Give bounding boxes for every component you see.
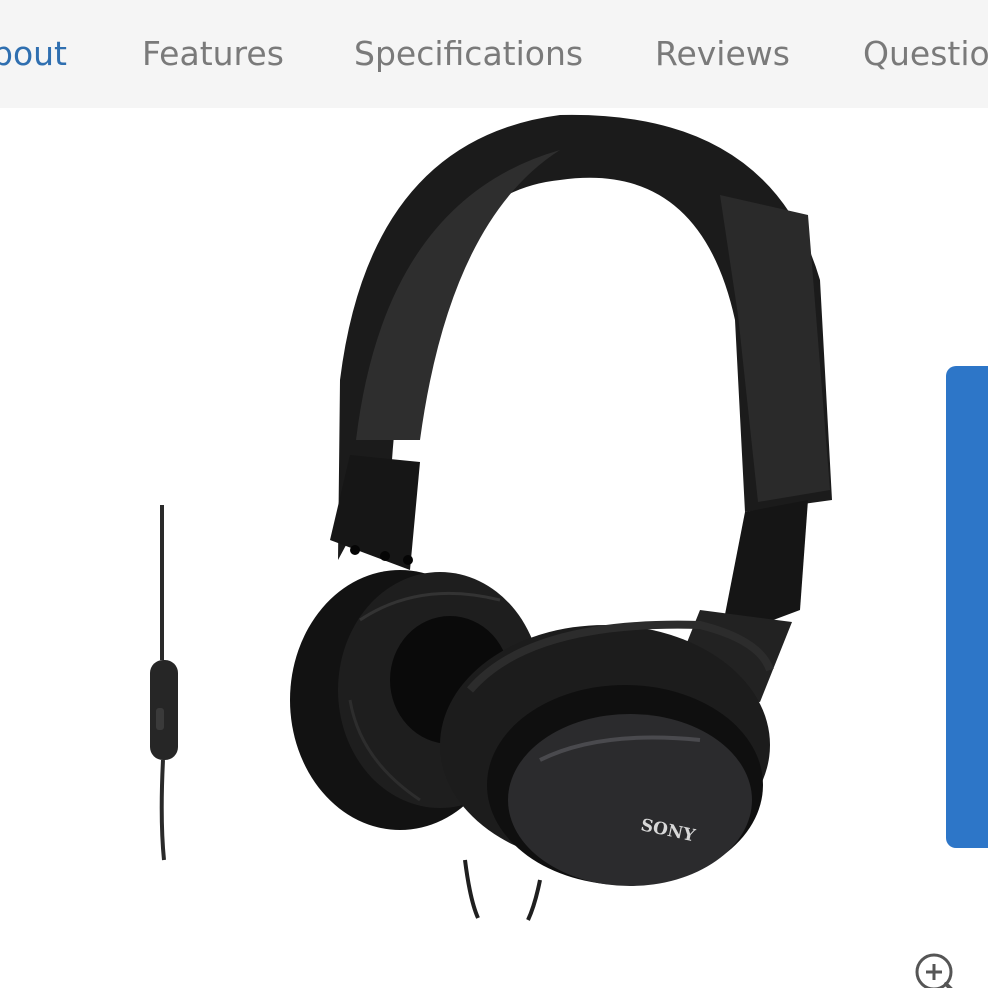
tab-reviews[interactable]: Reviews: [655, 34, 790, 74]
product-image-headphones[interactable]: SONY: [0, 108, 988, 988]
tab-features[interactable]: Features: [142, 34, 284, 74]
product-gallery: SONY: [0, 108, 988, 988]
headphone-cables: [463, 859, 542, 921]
right-earcup: SONY: [440, 620, 774, 886]
tab-about[interactable]: bout: [0, 34, 67, 74]
cable-remote: [150, 505, 178, 861]
zoom-in-icon: [915, 953, 956, 992]
tab-specifications[interactable]: Specifications: [354, 34, 583, 74]
side-panel-tab[interactable]: [946, 366, 988, 848]
section-tab-bar: bout Features Specifications Reviews Que…: [0, 0, 988, 108]
tab-questions[interactable]: Questio: [863, 34, 988, 74]
zoom-in-button[interactable]: [912, 950, 958, 992]
